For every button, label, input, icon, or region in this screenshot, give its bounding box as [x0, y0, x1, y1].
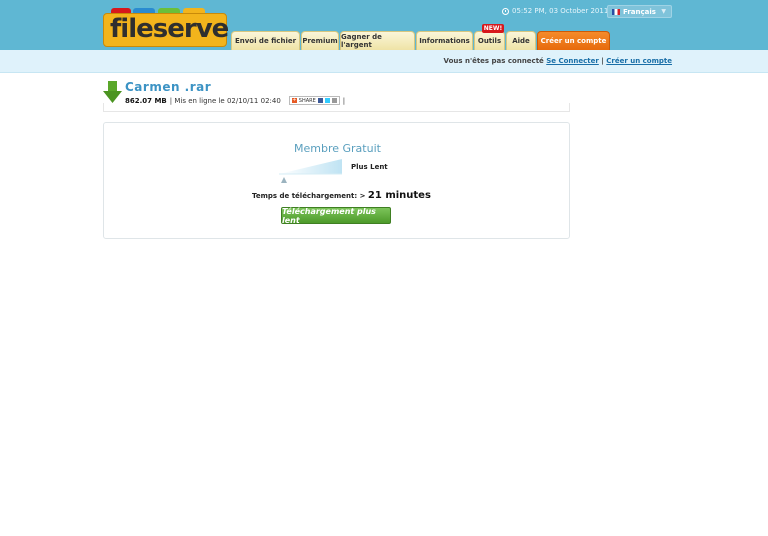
- server-time: 05:52 PM, 03 October 2011 EST: [502, 7, 624, 15]
- download-time-value: 21 minutes: [367, 190, 431, 201]
- speed-gauge: [279, 159, 342, 175]
- member-type-title: Membre Gratuit: [294, 142, 381, 155]
- nav-tab-premium[interactable]: Premium: [301, 31, 339, 50]
- speed-label: Plus Lent: [351, 163, 388, 171]
- nav-tab-envoi-de-fichier[interactable]: Envoi de fichier: [231, 31, 300, 50]
- nav-tab-informations[interactable]: Informations: [416, 31, 473, 50]
- nav-tab-créer-un-compte[interactable]: Créer un compte: [537, 31, 610, 50]
- chevron-down-icon: ▼: [661, 8, 666, 15]
- clock-icon: [502, 7, 509, 15]
- download-time-label: Temps de téléchargement: >: [252, 192, 366, 200]
- nav-tab-outils[interactable]: Outils: [474, 31, 505, 50]
- file-info-divider: [103, 103, 570, 112]
- login-status: Vous n'êtes pas connecté Se Connecter | …: [444, 57, 672, 65]
- login-link[interactable]: Se Connecter: [546, 57, 599, 65]
- download-arrow-icon: [103, 81, 122, 103]
- download-time: Temps de téléchargement: > 21 minutes: [252, 190, 431, 201]
- main-nav: Envoi de fichier Premium Gagner de l'argen…: [231, 31, 611, 50]
- logo-text: fileserve: [110, 14, 229, 44]
- slow-download-button[interactable]: Téléchargement plus lent: [281, 207, 391, 225]
- language-label: Français: [623, 7, 656, 16]
- nav-tab-aide[interactable]: Aide: [506, 31, 536, 50]
- not-connected-text: Vous n'êtes pas connecté: [443, 57, 544, 65]
- file-name: Carmen .rar: [125, 80, 212, 94]
- french-flag-icon: [612, 8, 620, 15]
- new-badge: NEW!: [482, 24, 504, 33]
- fileserve-logo[interactable]: fileserve: [103, 8, 229, 47]
- speed-marker-icon: [281, 177, 287, 183]
- language-selector[interactable]: Français ▼: [607, 5, 672, 18]
- site-header: fileserve 05:52 PM, 03 October 2011 EST …: [0, 0, 768, 50]
- nav-tab-gagner-de-l-argent[interactable]: Gagner de l'argent: [340, 31, 415, 50]
- create-account-link[interactable]: Créer un compte: [606, 57, 672, 65]
- login-separator: |: [601, 57, 604, 65]
